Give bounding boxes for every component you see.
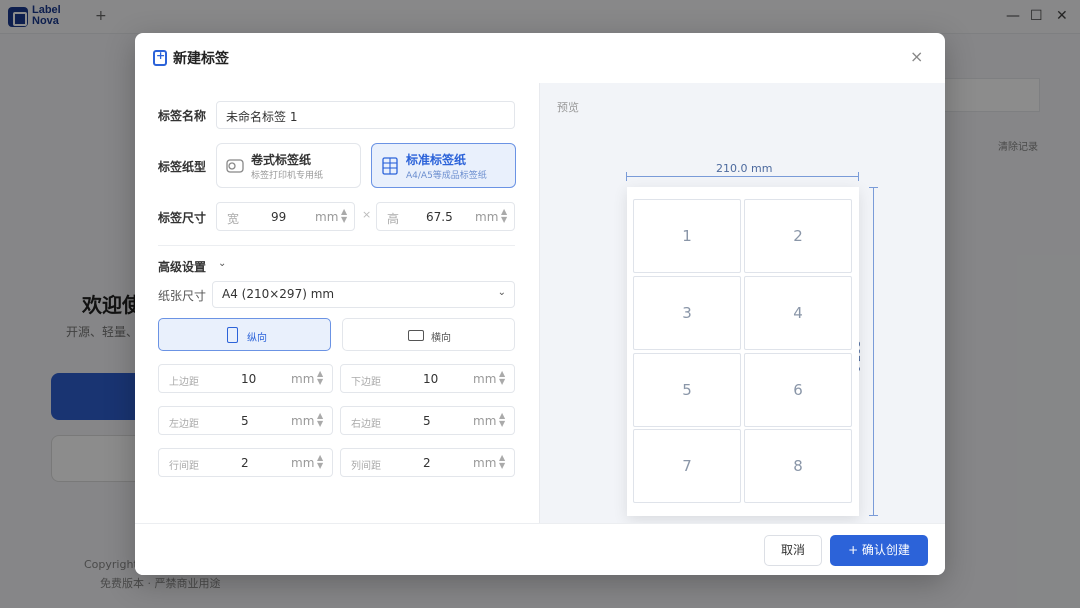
width-stepper[interactable]: ▲ ▼ xyxy=(341,208,347,224)
margin-label: 左边距 xyxy=(169,419,199,430)
margin-stepper[interactable]: ▲ ▼ xyxy=(317,454,323,470)
margin-unit: mm xyxy=(291,414,315,428)
landscape-label: 横向 xyxy=(431,333,451,344)
margin-value: 10 xyxy=(423,372,439,386)
row-gap-input[interactable]: 行间距 2 mm ▲ ▼ xyxy=(158,448,333,477)
portrait-icon xyxy=(227,327,238,343)
standard-label-desc: A4/A5等成品标签纸 xyxy=(406,171,487,181)
label-name-input[interactable]: 未命名标签 1 xyxy=(216,101,515,129)
label-name-label: 标签名称 xyxy=(158,109,207,123)
dialog-close-button[interactable]: × xyxy=(910,47,923,66)
times-symbol: × xyxy=(362,208,372,221)
landscape-icon xyxy=(408,330,424,341)
height-dimension-line xyxy=(869,187,878,516)
margin-value: 2 xyxy=(423,456,431,470)
margin-stepper[interactable]: ▲ ▼ xyxy=(499,412,505,428)
label-cell: 2 xyxy=(744,199,852,273)
margin-stepper[interactable]: ▲ ▼ xyxy=(317,412,323,428)
margin-value: 5 xyxy=(241,414,249,428)
label-cell: 6 xyxy=(744,353,852,427)
label-type-label: 标签纸型 xyxy=(158,160,207,174)
margin-unit: mm xyxy=(473,456,497,470)
standard-label-card[interactable]: 标准标签纸 A4/A5等成品标签纸 xyxy=(371,143,516,188)
roll-label-card[interactable]: 卷式标签纸 标签打印机专用纸 xyxy=(216,143,361,188)
margin-unit: mm xyxy=(473,414,497,428)
sheet-grid-icon xyxy=(382,157,398,175)
paper-size-select[interactable]: A4 (210×297) mm ⌄ xyxy=(212,281,515,308)
landscape-button[interactable]: 横向 xyxy=(342,318,515,351)
paper-size-label: 纸张尺寸 xyxy=(158,289,207,303)
margin-stepper[interactable]: ▲ ▼ xyxy=(317,370,323,386)
margin-top-input[interactable]: 上边距 10 mm ▲ ▼ xyxy=(158,364,333,393)
margin-unit: mm xyxy=(473,372,497,386)
height-prefix: 高 xyxy=(387,212,400,226)
preview-width-label: 210.0 mm xyxy=(716,162,773,175)
label-cell: 3 xyxy=(633,276,741,350)
width-input[interactable]: 宽 99 mm ▲ ▼ xyxy=(216,202,355,231)
width-value: 99 xyxy=(271,210,287,224)
select-chevron-icon: ⌄ xyxy=(497,287,506,298)
margin-label: 行间距 xyxy=(169,461,199,472)
portrait-button[interactable]: 纵向 xyxy=(158,318,331,351)
margin-value: 5 xyxy=(423,414,431,428)
standard-label-title: 标准标签纸 xyxy=(406,153,467,167)
margin-label: 下边距 xyxy=(351,377,381,388)
settings-panel: 标签名称 未命名标签 1 标签纸型 卷式标签纸 标签打印机专用纸 标准标签纸 A… xyxy=(135,83,539,523)
margin-left-input[interactable]: 左边距 5 mm ▲ ▼ xyxy=(158,406,333,435)
chevron-down-icon[interactable]: ⌄ xyxy=(218,258,226,269)
label-cell: 8 xyxy=(744,429,852,503)
roll-paper-icon xyxy=(226,159,244,173)
height-value: 67.5 xyxy=(426,210,453,224)
confirm-create-button[interactable]: + 确认创建 xyxy=(830,535,928,566)
height-input[interactable]: 高 67.5 mm ▲ ▼ xyxy=(376,202,515,231)
roll-label-desc: 标签打印机专用纸 xyxy=(251,171,324,181)
paper-size-value: A4 (210×297) mm xyxy=(222,287,335,301)
preview-label: 预览 xyxy=(557,101,579,114)
portrait-label: 纵向 xyxy=(247,333,267,344)
margin-right-input[interactable]: 右边距 5 mm ▲ ▼ xyxy=(340,406,515,435)
column-gap-input[interactable]: 列间距 2 mm ▲ ▼ xyxy=(340,448,515,477)
margin-unit: mm xyxy=(291,372,315,386)
label-cell: 4 xyxy=(744,276,852,350)
dialog-footer: 取消 + 确认创建 xyxy=(135,523,945,575)
cancel-button[interactable]: 取消 xyxy=(764,535,822,566)
width-unit: mm xyxy=(315,210,339,224)
label-cell: 1 xyxy=(633,199,741,273)
label-size-label: 标签尺寸 xyxy=(158,211,207,225)
margin-label: 右边距 xyxy=(351,419,381,430)
preview-panel: 预览 210.0 mm 297.0 mm 1 2 3 4 5 6 7 8 xyxy=(539,83,945,523)
margin-label: 列间距 xyxy=(351,461,381,472)
roll-label-title: 卷式标签纸 xyxy=(251,153,312,167)
dialog-title: 新建标签 xyxy=(173,51,229,67)
label-cell: 7 xyxy=(633,429,741,503)
divider xyxy=(158,245,515,246)
new-file-icon xyxy=(153,49,167,66)
margin-bottom-input[interactable]: 下边距 10 mm ▲ ▼ xyxy=(340,364,515,393)
margin-value: 10 xyxy=(241,372,257,386)
width-prefix: 宽 xyxy=(227,212,240,226)
height-stepper[interactable]: ▲ ▼ xyxy=(501,208,507,224)
margin-stepper[interactable]: ▲ ▼ xyxy=(499,454,505,470)
margin-label: 上边距 xyxy=(169,377,199,388)
label-cell: 5 xyxy=(633,353,741,427)
new-label-dialog: 新建标签 × 标签名称 未命名标签 1 标签纸型 卷式标签纸 标签打印机专用纸 … xyxy=(135,33,945,575)
margin-stepper[interactable]: ▲ ▼ xyxy=(499,370,505,386)
height-unit: mm xyxy=(475,210,499,224)
dialog-header: 新建标签 × xyxy=(135,33,945,83)
advanced-settings-toggle[interactable]: 高级设置 xyxy=(158,258,206,275)
margin-value: 2 xyxy=(241,456,249,470)
margin-unit: mm xyxy=(291,456,315,470)
preview-sheet: 1 2 3 4 5 6 7 8 xyxy=(627,187,859,516)
width-dimension-line xyxy=(626,172,859,181)
